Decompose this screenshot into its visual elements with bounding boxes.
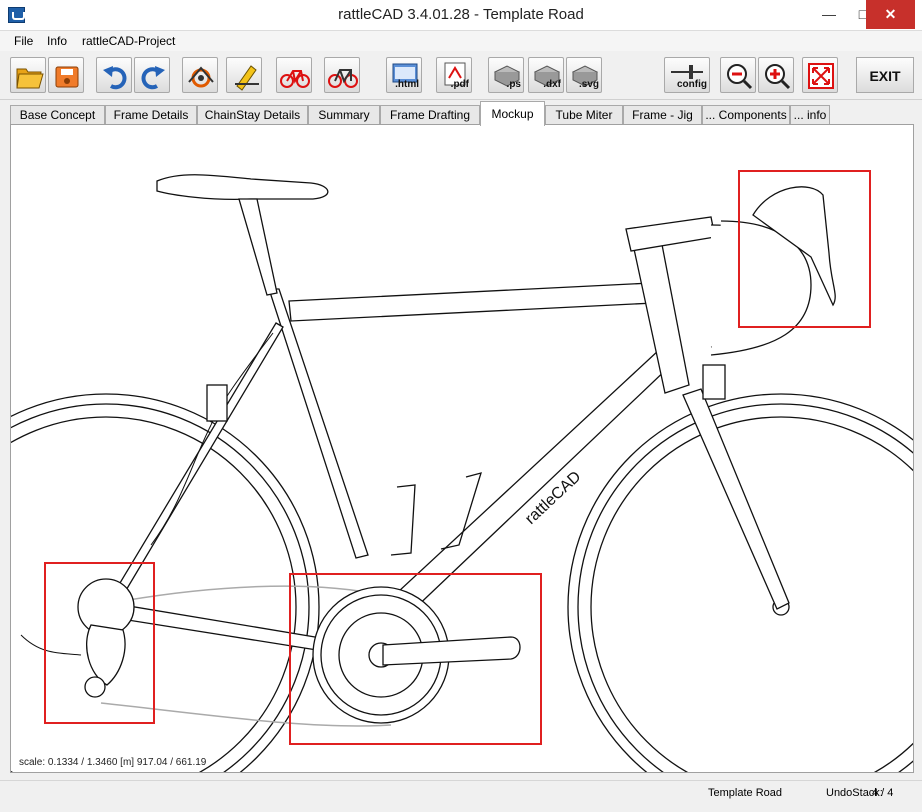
mockup-canvas[interactable]: rattleCAD scale: 0.1334 / 1.3460 [m] 917… [10,124,914,773]
zoom-in-icon [765,64,791,90]
rear-brake [206,384,228,422]
config-button[interactable]: config [664,57,710,93]
undo-button[interactable] [96,57,132,93]
tab-bar: Base Concept Frame Details ChainStay Det… [0,101,922,126]
zoom-out-icon [727,64,753,90]
title-bar: rattleCAD 3.4.01.28 - Template Road — □ … [0,0,922,31]
open-button[interactable] [10,57,46,93]
rear-wheel [11,393,320,772]
undo-icon [103,66,127,90]
status-bar: Template Road UndoStack: 4 / 4 [0,780,922,812]
export-html-label: .html [395,79,419,90]
export-dxf-label: .dxf [543,79,561,90]
front-brake [702,364,726,400]
status-project: Template Road [708,787,782,799]
bike-red-alt-icon [328,69,358,88]
tab-mockup[interactable]: Mockup [480,101,545,126]
scale-readout: scale: 0.1334 / 1.3460 [m] 917.04 / 661.… [19,757,207,768]
zoom-in-button[interactable] [758,57,794,93]
menu-project[interactable]: rattleCAD-Project [82,34,175,48]
config-label: config [677,79,707,90]
export-pdf-button[interactable]: .pdf [436,57,472,93]
tab-base-concept[interactable]: Base Concept [10,105,105,125]
front-wheel [567,393,913,772]
open-icon [16,68,44,89]
zoom-out-button[interactable] [720,57,756,93]
frame-geometry-button[interactable] [182,57,218,93]
tab-frame-jig[interactable]: Frame - Jig [623,105,702,125]
bike-drawing[interactable]: rattleCAD [11,125,914,773]
export-ps-label: .ps [506,79,521,90]
tab-frame-details[interactable]: Frame Details [105,105,197,125]
bike-red-alt-button[interactable] [324,57,360,93]
redo-button[interactable] [134,57,170,93]
export-pdf-label: .pdf [450,79,469,90]
menu-info[interactable]: Info [47,34,67,48]
tab-chainstay-details[interactable]: ChainStay Details [197,105,308,125]
tab-tube-miter[interactable]: Tube Miter [545,105,623,125]
tab-info[interactable]: ... info [790,105,830,125]
saddle [156,174,329,296]
redo-icon [141,66,165,90]
export-dxf-button[interactable]: .dxf [528,57,564,93]
crankset [312,586,521,724]
export-ps-button[interactable]: .ps [488,57,524,93]
rear-derailleur [20,578,135,698]
bike-red-button[interactable] [276,57,312,93]
bike-red-icon [280,70,310,88]
minimize-button[interactable]: — [812,0,846,29]
menu-file[interactable]: File [14,34,33,48]
save-button[interactable] [48,57,84,93]
fit-icon [808,63,834,89]
tab-frame-drafting[interactable]: Frame Drafting [380,105,480,125]
export-html-button[interactable]: .html [386,57,422,93]
tab-summary[interactable]: Summary [308,105,380,125]
fit-button[interactable] [802,57,838,93]
pencil-icon [235,65,259,91]
tab-components[interactable]: ... Components [702,105,790,125]
toolbar: .html .pdf .ps .dxf .svg config EXIT [0,52,922,100]
frame-geometry-icon [188,66,214,88]
export-svg-button[interactable]: .svg [566,57,602,93]
menu-bar: File Info rattleCAD-Project [0,31,922,51]
exit-button[interactable]: EXIT [856,57,914,93]
close-button[interactable]: ✕ [866,0,915,29]
save-icon [55,66,79,88]
window-title: rattleCAD 3.4.01.28 - Template Road [338,6,584,23]
frame [107,228,790,658]
pencil-button[interactable] [226,57,262,93]
export-svg-label: .svg [578,79,599,90]
status-undo-value: 4 / 4 [872,787,894,799]
